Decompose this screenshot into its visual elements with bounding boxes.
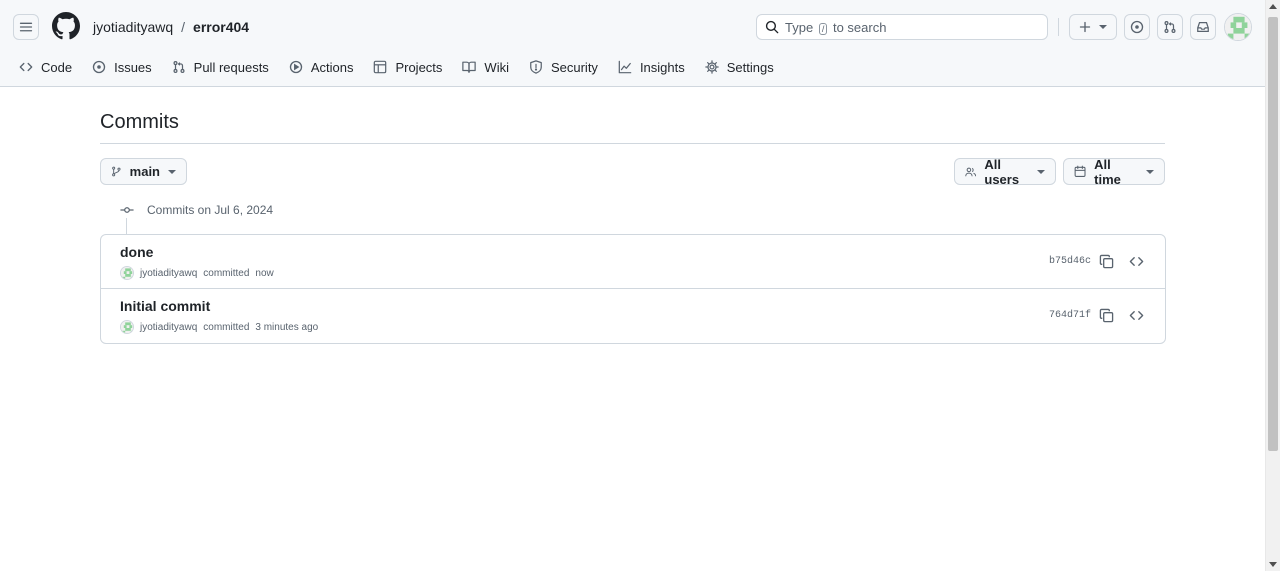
chevron-down-icon	[1099, 25, 1107, 29]
chevron-down-icon	[1037, 169, 1045, 174]
code-icon[interactable]	[1129, 308, 1144, 323]
commit-sha-link[interactable]: 764d71f	[1049, 310, 1091, 321]
author-name-link[interactable]: jyotiadityawq	[140, 268, 197, 279]
scrollbar-thumb[interactable]	[1268, 17, 1278, 451]
tab-wiki[interactable]: Wiki	[452, 54, 519, 80]
tab-label: Pull requests	[193, 59, 269, 75]
users-filter-button[interactable]: All users	[954, 156, 1056, 187]
title-divider	[100, 143, 1165, 144]
tab-actions[interactable]: Actions	[279, 54, 364, 80]
tab-label: Projects	[395, 59, 443, 75]
commit-verb: committed	[203, 267, 250, 279]
menu-button[interactable]	[13, 14, 39, 40]
pull-request-icon	[173, 61, 185, 73]
tab-code[interactable]: Code	[0, 54, 82, 80]
tab-security[interactable]: Security	[519, 54, 608, 80]
issue-icon	[1130, 20, 1144, 34]
code-icon	[19, 62, 33, 72]
time-filter-button[interactable]: All time	[1063, 156, 1165, 187]
tab-pull-requests[interactable]: Pull requests	[162, 54, 279, 80]
timeline-line	[126, 218, 127, 234]
chevron-down-icon	[168, 169, 176, 174]
plus-icon	[1079, 21, 1091, 33]
commit-title-link[interactable]: done	[120, 244, 153, 260]
search-placeholder: Type / to search	[785, 19, 887, 35]
people-icon	[965, 167, 977, 176]
tab-label: Issues	[114, 59, 152, 75]
commit-time: 3 minutes ago	[255, 321, 319, 333]
commit-row: done jyotiadityawq committed now b75d46c	[101, 235, 1165, 289]
scroll-down-arrow-icon[interactable]	[1269, 562, 1277, 567]
author-name-link[interactable]: jyotiadityawq	[140, 322, 197, 333]
notifications-button[interactable]	[1190, 14, 1216, 40]
breadcrumb-owner-link[interactable]: jyotiadityawq	[93, 19, 173, 35]
breadcrumb: jyotiadityawq / error404	[93, 19, 249, 35]
tab-projects[interactable]: Projects	[363, 54, 452, 80]
github-logo-icon[interactable]	[52, 12, 80, 40]
hamburger-icon	[19, 22, 33, 32]
identicon-icon	[121, 267, 133, 279]
tab-label: Settings	[726, 59, 774, 75]
shield-icon	[530, 60, 542, 74]
tab-label: Wiki	[484, 59, 509, 75]
create-new-button[interactable]	[1069, 14, 1117, 40]
tab-label: Insights	[639, 59, 685, 75]
calendar-icon	[1074, 165, 1086, 177]
your-pull-requests-button[interactable]	[1157, 14, 1183, 40]
copy-icon[interactable]	[1099, 254, 1114, 269]
search-input[interactable]: Type / to search	[756, 14, 1048, 40]
scroll-up-arrow-icon[interactable]	[1269, 4, 1277, 9]
top-bar: jyotiadityawq / error404 Type / to searc…	[0, 0, 1265, 54]
commit-meta: jyotiadityawq committed 3 minutes ago	[120, 320, 318, 334]
chevron-down-icon	[1146, 169, 1154, 174]
page-title: Commits	[100, 111, 179, 133]
commit-group-date: Commits on Jul 6, 2024	[147, 203, 274, 217]
breadcrumb-repo-link[interactable]: error404	[193, 19, 249, 35]
gear-icon	[705, 60, 719, 74]
search-icon	[765, 20, 779, 34]
tab-insights[interactable]: Insights	[608, 54, 695, 80]
branch-selector-button[interactable]: main	[100, 158, 187, 185]
commit-title-link[interactable]: Initial commit	[120, 298, 210, 314]
users-filter-label: All users	[984, 156, 1020, 187]
repo-nav: Code Issues Pull requests Actions Projec…	[0, 54, 784, 86]
author-avatar[interactable]	[120, 266, 134, 280]
repo-header: jyotiadityawq / error404 Type / to searc…	[0, 0, 1265, 87]
identicon-icon	[1225, 14, 1251, 40]
code-icon[interactable]	[1129, 254, 1144, 269]
copy-icon[interactable]	[1099, 308, 1114, 323]
identicon-icon	[121, 321, 133, 333]
commit-list: done jyotiadityawq committed now b75d46c…	[100, 234, 1166, 344]
commit-row: Initial commit jyotiadityawq committed 3…	[101, 289, 1165, 343]
git-commit-icon	[120, 207, 134, 213]
search-shortcut-key: /	[818, 22, 828, 35]
branch-name: main	[129, 164, 160, 179]
tab-issues[interactable]: Issues	[82, 54, 162, 80]
table-icon	[374, 60, 387, 74]
commit-time: now	[255, 267, 274, 279]
book-icon	[462, 61, 477, 73]
your-issues-button[interactable]	[1124, 14, 1150, 40]
commit-meta: jyotiadityawq committed now	[120, 266, 274, 280]
author-avatar[interactable]	[120, 320, 134, 334]
inbox-icon	[1197, 22, 1209, 32]
tab-label: Security	[550, 59, 598, 75]
tab-label: Actions	[310, 59, 354, 75]
tab-label: Code	[41, 59, 73, 75]
page-scrollbar[interactable]	[1265, 0, 1280, 571]
header-divider	[1058, 18, 1059, 36]
commit-sha-link[interactable]: b75d46c	[1049, 256, 1091, 267]
commit-verb: committed	[203, 321, 250, 333]
pull-request-icon	[1164, 21, 1176, 33]
graph-icon	[618, 60, 632, 74]
issue-icon	[92, 60, 106, 74]
time-filter-label: All time	[1094, 156, 1121, 187]
breadcrumb-separator: /	[181, 19, 186, 35]
tab-settings[interactable]: Settings	[695, 54, 784, 80]
user-avatar[interactable]	[1224, 13, 1252, 41]
play-icon	[289, 60, 302, 74]
git-branch-icon	[112, 166, 121, 177]
